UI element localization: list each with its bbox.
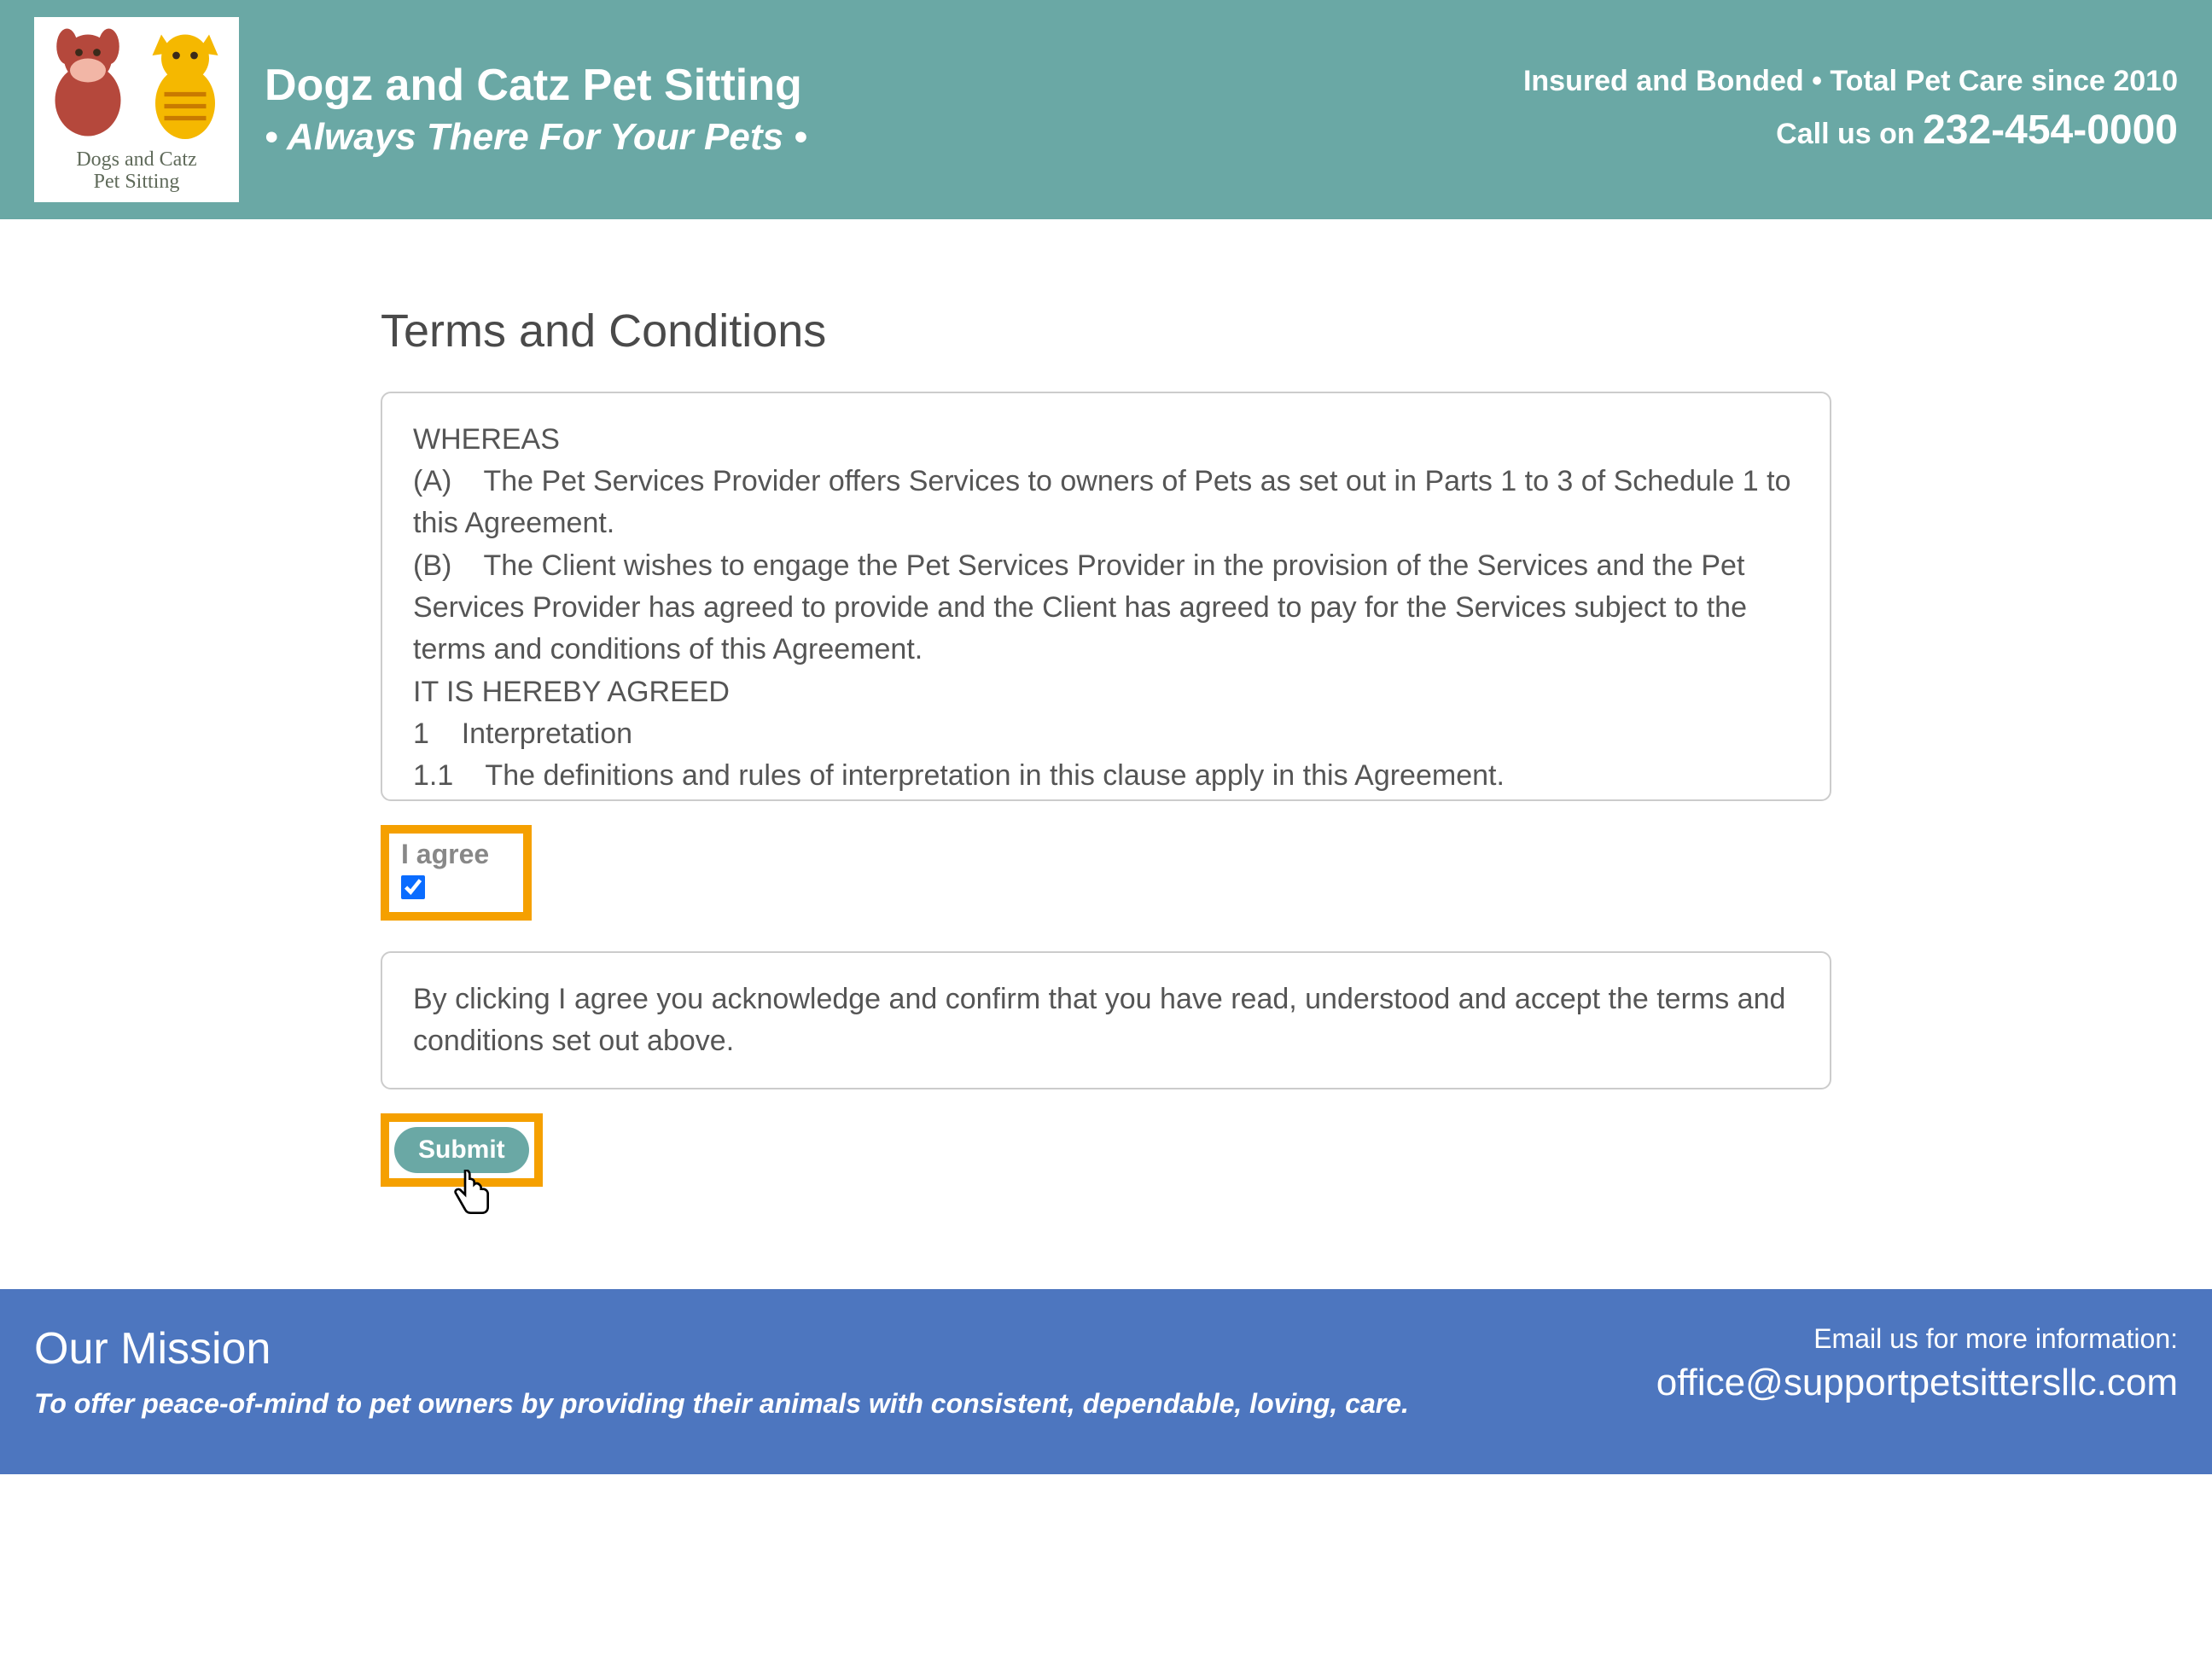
site-footer: Our Mission To offer peace-of-mind to pe… — [0, 1289, 2212, 1474]
acknowledgement-box: By clicking I agree you acknowledge and … — [381, 951, 1831, 1090]
call-label: Call us on — [1776, 118, 1923, 150]
agree-highlight-box: I agree — [381, 825, 532, 921]
footer-left: Our Mission To offer peace-of-mind to pe… — [34, 1323, 1409, 1423]
submit-highlight-box: Submit — [381, 1113, 543, 1187]
mission-text: To offer peace-of-mind to pet owners by … — [34, 1385, 1409, 1423]
site-tagline: • Always There For Your Pets • — [265, 116, 807, 159]
terms-text: WHEREAS (A) The Pet Services Provider of… — [413, 423, 1799, 801]
header-right: Insured and Bonded • Total Pet Care sinc… — [1523, 65, 2178, 154]
mission-title: Our Mission — [34, 1323, 1409, 1374]
submit-button[interactable]: Submit — [394, 1127, 529, 1173]
logo-text-line2: Pet Sitting — [94, 171, 180, 193]
agree-checkbox[interactable] — [401, 875, 425, 899]
footer-right: Email us for more information: office@su… — [1656, 1323, 2178, 1404]
phone-number: 232-454-0000 — [1923, 107, 2178, 153]
cursor-hand-icon — [449, 1170, 495, 1224]
page-title: Terms and Conditions — [381, 305, 1831, 357]
main-content: Terms and Conditions WHEREAS (A) The Pet… — [364, 305, 1848, 1188]
logo-text: Dogs and Catz Pet Sitting — [43, 148, 230, 194]
header-info-line: Insured and Bonded • Total Pet Care sinc… — [1523, 65, 2178, 98]
terms-scroll-box[interactable]: WHEREAS (A) The Pet Services Provider of… — [381, 392, 1831, 801]
site-header: Dogs and Catz Pet Sitting Dogz and Catz … — [0, 0, 2212, 219]
site-title: Dogz and Catz Pet Sitting — [265, 60, 807, 111]
email-label: Email us for more information: — [1656, 1323, 2178, 1355]
logo-text-line1: Dogs and Catz — [76, 148, 196, 171]
header-phone-line: Call us on 232-454-0000 — [1523, 107, 2178, 154]
header-title-block: Dogz and Catz Pet Sitting • Always There… — [265, 60, 807, 159]
acknowledgement-text: By clicking I agree you acknowledge and … — [413, 983, 1785, 1057]
header-left: Dogs and Catz Pet Sitting Dogz and Catz … — [34, 17, 807, 202]
agree-label: I agree — [401, 839, 489, 870]
logo-pets-icon — [43, 26, 230, 145]
email-address[interactable]: office@supportpetsittersllc.com — [1656, 1362, 2178, 1404]
logo: Dogs and Catz Pet Sitting — [34, 17, 239, 202]
